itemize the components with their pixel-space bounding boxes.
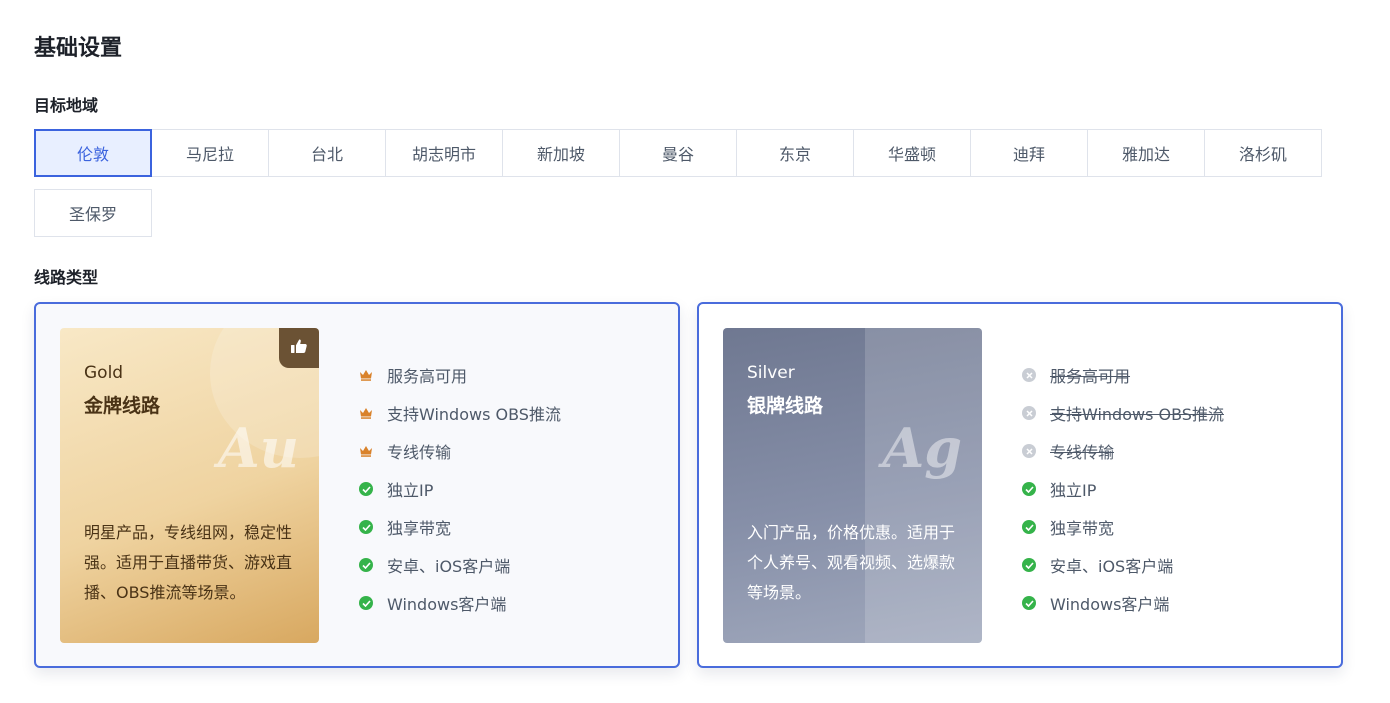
- feature-text: 独享带宽: [1050, 519, 1115, 538]
- region-option-dubai[interactable]: 迪拜: [970, 129, 1088, 177]
- feature-item: Windows客户端: [1021, 584, 1224, 622]
- region-option-ho-chi-minh[interactable]: 胡志明市: [385, 129, 503, 177]
- region-option-manila[interactable]: 马尼拉: [151, 129, 269, 177]
- element-symbol: Au: [217, 416, 299, 480]
- region-label: 洛杉矶: [1238, 145, 1287, 164]
- feature-text: Windows客户端: [387, 595, 507, 614]
- feature-item: 安卓、iOS客户端: [1021, 546, 1224, 584]
- region-label: 马尼拉: [185, 145, 234, 164]
- feature-item: 服务高可用: [358, 356, 561, 394]
- region-label: 新加坡: [536, 145, 585, 164]
- feature-list: 服务高可用 支持Windows OBS推流 专线传输 独立IP 独享带宽 安卓、…: [1021, 356, 1224, 622]
- silver-line-card[interactable]: Silver 银牌线路 Ag 入门产品，价格优惠。适用于个人养号、观看视频、选爆…: [697, 302, 1343, 668]
- feature-text: 安卓、iOS客户端: [387, 557, 511, 576]
- feature-text: Windows客户端: [1050, 595, 1170, 614]
- tier-chinese-name: 银牌线路: [747, 395, 824, 417]
- tier-english-name: Silver: [747, 363, 795, 383]
- region-label: 胡志明市: [411, 145, 476, 164]
- recommended-badge: [279, 328, 319, 368]
- thumbs-up-icon: [290, 338, 308, 358]
- feature-item: 支持Windows OBS推流: [358, 394, 561, 432]
- x-circle-icon: [1021, 443, 1037, 459]
- region-option-tokyo[interactable]: 东京: [736, 129, 854, 177]
- check-circle-icon: [1021, 519, 1037, 535]
- feature-text: 专线传输: [1050, 443, 1115, 462]
- feature-item: 支持Windows OBS推流: [1021, 394, 1224, 432]
- feature-item: 独享带宽: [358, 508, 561, 546]
- region-label: 华盛顿: [887, 145, 936, 164]
- feature-text: 独享带宽: [387, 519, 452, 538]
- region-option-washington[interactable]: 华盛顿: [853, 129, 971, 177]
- gold-tier-tile: Gold 金牌线路 Au 明星产品，专线组网，稳定性强。适用于直播带货、游戏直播…: [60, 328, 319, 643]
- check-circle-icon: [358, 557, 374, 573]
- tier-description: 入门产品，价格优惠。适用于个人养号、观看视频、选爆款等场景。: [747, 523, 956, 602]
- gold-line-card[interactable]: Gold 金牌线路 Au 明星产品，专线组网，稳定性强。适用于直播带货、游戏直播…: [34, 302, 680, 668]
- check-circle-icon: [358, 519, 374, 535]
- feature-text: 独立IP: [387, 481, 434, 500]
- region-label: 东京: [778, 145, 811, 164]
- feature-item: Windows客户端: [358, 584, 561, 622]
- check-circle-icon: [1021, 557, 1037, 573]
- check-circle-icon: [1021, 481, 1037, 497]
- region-option-bangkok[interactable]: 曼谷: [619, 129, 737, 177]
- tier-description: 明星产品，专线组网，稳定性强。适用于直播带货、游戏直播、OBS推流等场景。: [84, 523, 293, 602]
- region-label: 迪拜: [1012, 145, 1045, 164]
- region-section-label: 目标地域: [34, 96, 99, 115]
- tier-chinese-name: 金牌线路: [84, 395, 161, 417]
- element-symbol: Ag: [882, 416, 962, 480]
- region-option-sao-paulo[interactable]: 圣保罗: [34, 189, 152, 237]
- feature-text: 专线传输: [387, 443, 452, 462]
- feature-text: 支持Windows OBS推流: [387, 405, 561, 424]
- page-title: 基础设置: [34, 36, 123, 61]
- tier-english-name: Gold: [84, 363, 124, 383]
- feature-text: 服务高可用: [1050, 367, 1131, 386]
- feature-text: 服务高可用: [387, 367, 468, 386]
- region-label: 圣保罗: [68, 205, 117, 224]
- region-label: 伦敦: [76, 145, 109, 164]
- feature-text: 安卓、iOS客户端: [1050, 557, 1174, 576]
- feature-list: 服务高可用 支持Windows OBS推流 专线传输 独立IP 独享带宽 安卓、…: [358, 356, 561, 622]
- feature-item: 独立IP: [358, 470, 561, 508]
- check-circle-icon: [358, 595, 374, 611]
- region-label: 雅加达: [1121, 145, 1170, 164]
- x-circle-icon: [1021, 405, 1037, 421]
- region-option-los-angeles[interactable]: 洛杉矶: [1204, 129, 1322, 177]
- crown-icon: [358, 367, 374, 383]
- feature-item: 独享带宽: [1021, 508, 1224, 546]
- feature-text: 独立IP: [1050, 481, 1097, 500]
- feature-item: 服务高可用: [1021, 356, 1224, 394]
- region-label: 曼谷: [661, 145, 694, 164]
- check-circle-icon: [358, 481, 374, 497]
- region-option-taipei[interactable]: 台北: [268, 129, 386, 177]
- check-circle-icon: [1021, 595, 1037, 611]
- feature-text: 支持Windows OBS推流: [1050, 405, 1224, 424]
- feature-item: 专线传输: [358, 432, 561, 470]
- silver-tier-tile: Silver 银牌线路 Ag 入门产品，价格优惠。适用于个人养号、观看视频、选爆…: [723, 328, 982, 643]
- crown-icon: [358, 405, 374, 421]
- feature-item: 安卓、iOS客户端: [358, 546, 561, 584]
- x-circle-icon: [1021, 367, 1037, 383]
- region-option-singapore[interactable]: 新加坡: [502, 129, 620, 177]
- feature-item: 专线传输: [1021, 432, 1224, 470]
- line-section-label: 线路类型: [34, 268, 99, 287]
- region-label: 台北: [310, 145, 343, 164]
- crown-icon: [358, 443, 374, 459]
- region-option-jakarta[interactable]: 雅加达: [1087, 129, 1205, 177]
- feature-item: 独立IP: [1021, 470, 1224, 508]
- region-option-london[interactable]: 伦敦: [34, 129, 152, 177]
